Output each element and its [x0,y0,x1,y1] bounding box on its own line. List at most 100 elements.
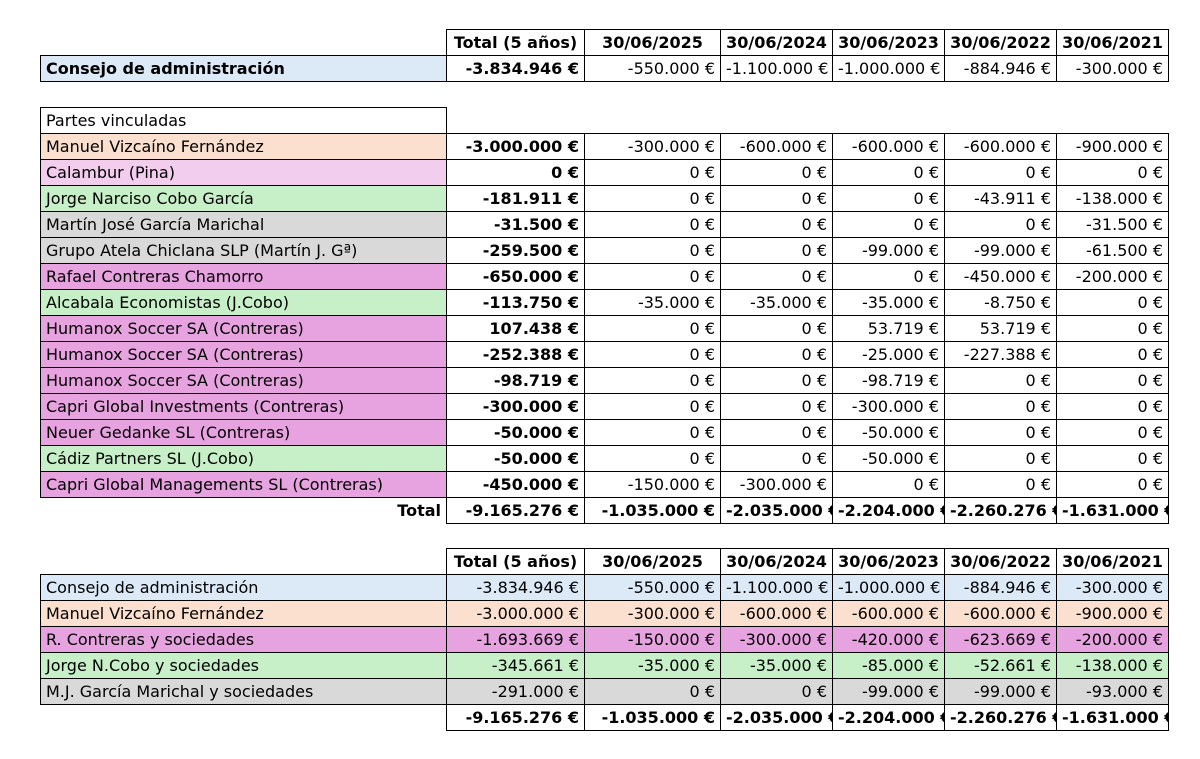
value-cell: -1.100.000 € [720,574,833,601]
value-cell: -200.000 € [1056,263,1169,290]
value-cell: -31.500 € [1056,211,1169,238]
value-cell: -300.000 € [720,626,833,653]
value-cell: -8.750 € [944,289,1057,316]
header-cell: 30/06/2022 [944,29,1057,56]
total-cell: -2.204.000 € [832,497,945,524]
table-row: Rafael Contreras Chamorro -650.000 €0 €0 … [40,263,1169,290]
row-label: Capri Global Investments (Contreras) [40,393,447,420]
row-label: M.J. García Marichal y sociedades [40,678,447,705]
value-cell: 0 € [584,341,721,368]
value-cell: -52.661 € [944,652,1057,679]
value-cell: -35.000 € [832,289,945,316]
value-cell: -99.000 € [944,678,1057,705]
total-cell: -1.693.669 € [446,626,585,653]
value-cell: 0 € [720,211,833,238]
total-cell: -9.165.276 € [446,704,585,731]
value-cell: 0 € [584,678,721,705]
total-cell: -1.035.000 € [584,704,721,731]
table-row: Capri Global Managements SL (Contreras) -… [40,471,1169,498]
total-row: Total -9.165.276 € -1.035.000 € -2.035.000 … [41,497,1169,524]
total-cell: -3.834.946 € [446,55,585,82]
row-label: Neuer Gedanke SL (Contreras) [40,419,447,446]
value-cell: -35.000 € [720,289,833,316]
value-cell: -420.000 € [832,626,945,653]
value-cell: -227.388 € [944,341,1057,368]
value-cell: -300.000 € [832,393,945,420]
value-cell: -50.000 € [832,419,945,446]
value-cell: -93.000 € [1056,678,1169,705]
table-row: Manuel Vizcaíno Fernández -3.000.000 € -30… [40,600,1169,627]
header-cell: 30/06/2024 [720,548,833,575]
value-cell: -300.000 € [1056,574,1169,601]
value-cell: 0 € [720,315,833,342]
value-cell: -600.000 € [832,600,945,627]
row-label: Calambur (Pina) [40,159,447,186]
total-cell: -113.750 € [446,289,585,316]
value-cell: 0 € [832,159,945,186]
value-cell: 0 € [584,367,721,394]
row-label: R. Contreras y sociedades [40,626,447,653]
value-cell: 0 € [832,211,945,238]
total-cell: -2.260.276 € [944,497,1057,524]
total-cell: -9.165.276 € [446,497,585,524]
value-cell: -35.000 € [584,289,721,316]
value-cell: -300.000 € [720,471,833,498]
total-cell: -300.000 € [446,393,585,420]
value-cell: -35.000 € [584,652,721,679]
value-cell: -600.000 € [832,133,945,160]
row-label: Humanox Soccer SA (Contreras) [40,341,447,368]
value-cell: 0 € [720,263,833,290]
header-cell: Total (5 años) [446,548,585,575]
header-cell: 30/06/2023 [832,29,945,56]
value-cell: 0 € [1056,419,1169,446]
total-cell: -345.661 € [446,652,585,679]
total-cell: -3.000.000 € [446,133,585,160]
value-cell: -550.000 € [584,55,721,82]
value-cell: 0 € [1056,341,1169,368]
total-cell: -1.631.000 € [1056,704,1169,731]
value-cell: 0 € [584,419,721,446]
header-cell: 30/06/2021 [1056,29,1169,56]
header-cell: 30/06/2025 [584,548,721,575]
value-cell: 0 € [720,341,833,368]
value-cell: -300.000 € [1056,55,1169,82]
table-row: M.J. García Marichal y sociedades -291.00… [40,678,1169,705]
table-row: Martín José García Marichal -31.500 € 0 €0… [40,211,1169,238]
value-cell: 0 € [1056,159,1169,186]
total-cell: -259.500 € [446,237,585,264]
value-cell: 0 € [584,445,721,472]
value-cell: 0 € [584,185,721,212]
consejo-table: Total (5 años) 30/06/2025 30/06/2024 30/… [40,29,1169,82]
value-cell: -600.000 € [720,133,833,160]
value-cell: 0 € [1056,315,1169,342]
value-cell: -550.000 € [584,574,721,601]
header-cell: Total (5 años) [446,29,585,56]
value-cell: -50.000 € [832,445,945,472]
value-cell: 0 € [1056,393,1169,420]
value-cell: 0 € [944,471,1057,498]
summary-table: Total (5 años) 30/06/2025 30/06/2024 30/… [40,548,1169,731]
header-cell: 30/06/2023 [832,548,945,575]
value-cell: 0 € [944,445,1057,472]
row-label: Cádiz Partners SL (J.Cobo) [40,445,447,472]
total-cell: -2.035.000 € [720,704,833,731]
total-cell: -2.260.276 € [944,704,1057,731]
total-cell: -50.000 € [446,445,585,472]
value-cell: -600.000 € [720,600,833,627]
row-label: Consejo de administración [40,55,447,82]
value-cell: 0 € [1056,367,1169,394]
value-cell: -900.000 € [1056,600,1169,627]
row-label: Martín José García Marichal [40,211,447,238]
value-cell: 0 € [584,263,721,290]
table-row: Jorge N.Cobo y sociedades -345.661 € -35.0… [40,652,1169,679]
total-cell: -3.834.946 € [446,574,585,601]
value-cell: -200.000 € [1056,626,1169,653]
value-cell: -61.500 € [1056,237,1169,264]
value-cell: 0 € [832,185,945,212]
table-row: R. Contreras y sociedades -1.693.669 € -15… [40,626,1169,653]
row-label: Alcabala Economistas (J.Cobo) [40,289,447,316]
value-cell: 0 € [1056,289,1169,316]
total-cell: -2.035.000 € [720,497,833,524]
value-cell: 0 € [832,471,945,498]
value-cell: -99.000 € [832,678,945,705]
